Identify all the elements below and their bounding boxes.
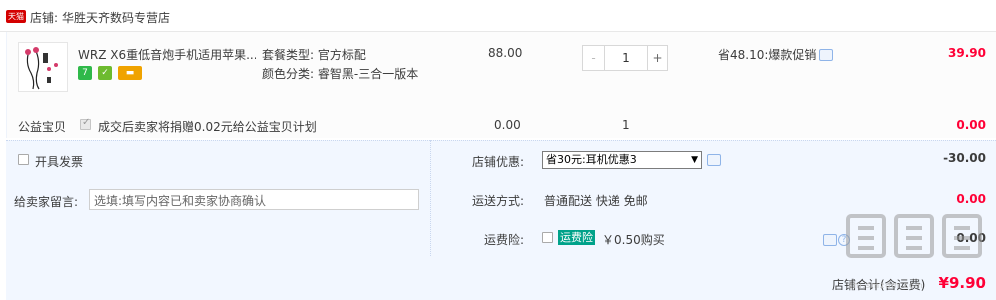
shipping-label: 运送方式: xyxy=(471,194,524,208)
color-class: 颜色分类: 睿智黑-三合一版本 xyxy=(262,67,419,81)
item-subtotal: 39.90 xyxy=(948,46,986,60)
charity-qty: 1 xyxy=(622,118,630,132)
charity-price: 0.00 xyxy=(494,118,521,132)
insurance-tag: 运费险 xyxy=(558,230,595,245)
invoice-checkbox[interactable] xyxy=(18,154,29,165)
message-label: 给卖家留言: xyxy=(14,195,79,209)
tmall-badge-icon: 天猫 xyxy=(6,10,26,23)
invoice-label: 开具发票 xyxy=(35,155,84,169)
smzdm-watermark-logo xyxy=(846,214,982,258)
quantity-plus-button[interactable]: + xyxy=(647,46,667,70)
product-title-link[interactable]: WRZ X6重低音炮手机适用苹果... xyxy=(78,46,256,63)
insurance-label: 运费险: xyxy=(483,233,524,247)
charity-total: 0.00 xyxy=(956,118,986,132)
quantity-input[interactable] xyxy=(605,46,647,70)
shop-discount-value: -30.00 xyxy=(943,151,986,165)
guarantee-icon[interactable]: ✓ xyxy=(98,66,112,80)
unit-price: 88.00 xyxy=(488,46,523,60)
charity-text: 成交后卖家将捐赠0.02元给公益宝贝计划 xyxy=(98,120,317,134)
quantity-stepper: - + xyxy=(582,45,668,71)
insurance-price: ￥0.50购买 xyxy=(602,233,665,247)
charity-checkbox[interactable] xyxy=(80,117,91,130)
seller-message-input[interactable]: 选填:填写内容已和卖家协商确认 xyxy=(89,189,419,210)
shipping-fee: 0.00 xyxy=(956,192,986,206)
insurance-chat-icon[interactable] xyxy=(823,234,837,246)
shop-name-link[interactable]: 华胜天齐数码专营店 xyxy=(62,9,170,26)
quantity-minus-button[interactable]: - xyxy=(583,46,605,70)
product-thumbnail[interactable] xyxy=(18,42,68,92)
promo-info-icon[interactable] xyxy=(819,49,833,61)
seven-day-return-icon[interactable]: 7 xyxy=(78,66,92,80)
card-icon[interactable]: ▬ xyxy=(118,66,142,80)
promo-text: 省48.10:爆款促销 xyxy=(718,48,817,62)
earphone-image-icon xyxy=(19,43,67,91)
dropdown-caret-icon: ▼ xyxy=(691,155,698,165)
insurance-checkbox[interactable] xyxy=(542,232,553,243)
charity-label: 公益宝贝 xyxy=(18,120,67,134)
watermark-url: zhi.smzdm.com xyxy=(848,281,924,290)
store-total-value: ¥9.90 xyxy=(938,274,986,292)
coupon-label: 店铺优惠: xyxy=(471,155,524,169)
shipping-method: 普通配送 快递 免邮 xyxy=(544,194,648,208)
coupon-info-icon[interactable] xyxy=(707,154,721,166)
shop-label: 店铺: xyxy=(30,11,59,25)
package-type: 套餐类型: 官方标配 xyxy=(262,48,366,62)
coupon-select[interactable]: 省30元:耳机优惠3 ▼ xyxy=(542,151,702,169)
coupon-selected-value: 省30元:耳机优惠3 xyxy=(546,153,637,166)
